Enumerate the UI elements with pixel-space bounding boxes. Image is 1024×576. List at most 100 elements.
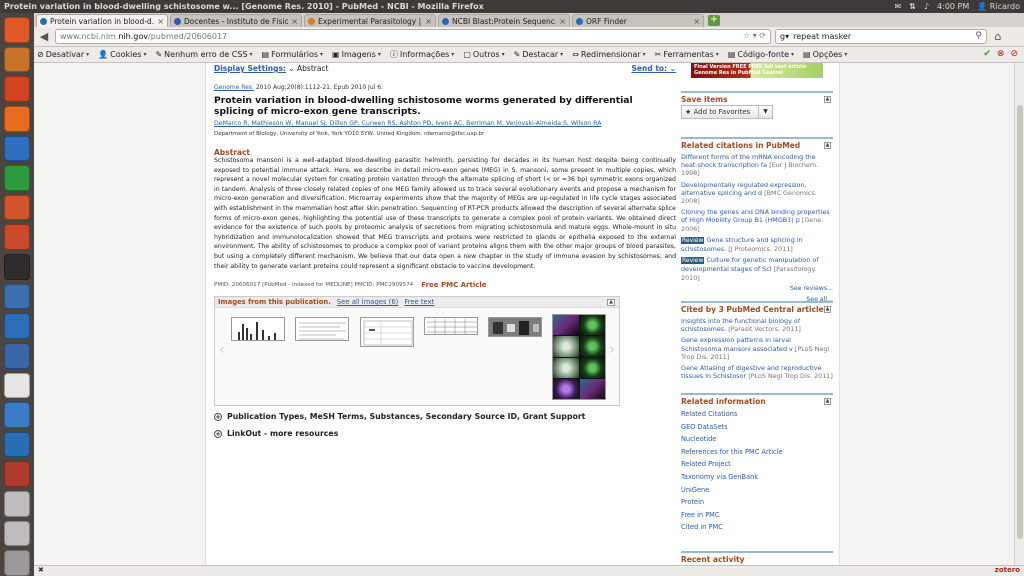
browser-tab[interactable]: NCBI Blast:Protein Sequenc... × [438, 14, 570, 27]
webdev-menu[interactable]: ✎ Nenhum erro de CSS ▾ [155, 50, 252, 59]
figure-thumbnail[interactable] [295, 317, 349, 341]
publication-types-toggle[interactable]: + Publication Types, MeSH Terms, Substan… [214, 412, 585, 421]
thunderbird-icon[interactable] [4, 313, 30, 339]
terminal-icon[interactable] [4, 254, 30, 280]
figure-thumbnail[interactable] [231, 317, 285, 341]
free-pmc-article-link[interactable]: Free PMC Article [421, 281, 486, 289]
search-input[interactable]: g▾ repeat masker ⚲ [775, 29, 987, 44]
volume-icon[interactable]: ♪ [924, 0, 929, 13]
search-engine-icon[interactable]: g▾ [780, 32, 789, 41]
add-to-favorites-button[interactable]: ★ Add to Favorites ▼ [681, 105, 773, 119]
figure-thumbnail[interactable] [424, 317, 478, 335]
scrollbar[interactable] [1014, 63, 1024, 565]
tab-close-icon[interactable]: × [559, 17, 566, 26]
ubuntu-icon[interactable] [4, 17, 30, 43]
xcode-icon[interactable] [4, 431, 30, 458]
browser-tab[interactable]: ORF Finder × [572, 14, 704, 27]
mail-icon[interactable]: ✉ [895, 0, 902, 13]
display-settings-link[interactable]: Display Settings: [214, 64, 286, 73]
flame-icon[interactable] [4, 76, 30, 102]
related-info-link[interactable]: UniGene [681, 484, 833, 497]
clock[interactable]: 4:00 PM [937, 0, 969, 13]
author-link[interactable]: DeMarco R [214, 120, 248, 127]
files-icon[interactable] [4, 46, 30, 73]
free-text-link[interactable]: Free text [404, 298, 434, 306]
settings-icon[interactable] [4, 224, 30, 250]
cube-icon[interactable] [4, 283, 30, 310]
author-link[interactable]: Berriman M [466, 120, 502, 127]
reload-icon[interactable]: ☆ ▾ ⟳ [743, 31, 766, 40]
webdev-menu[interactable]: ⇔ Redimensionar ▾ [572, 50, 645, 59]
tab-close-icon[interactable]: × [291, 17, 298, 26]
send-to-link[interactable]: Send to: ⌄ [632, 64, 676, 73]
check-icon[interactable]: ✔ [983, 49, 991, 59]
search-icon[interactable]: ⚲ [975, 31, 982, 41]
related-info-link[interactable]: Free in PMC [681, 509, 833, 522]
related-info-link[interactable]: References for this PMC Article [681, 446, 833, 459]
tab-close-icon[interactable]: × [693, 17, 700, 26]
collapse-icon[interactable]: ▲ [824, 96, 831, 103]
back-arrow-icon[interactable]: ◀ [37, 30, 51, 44]
author-link[interactable]: Wilson RA [571, 120, 602, 127]
author-link[interactable]: Manuel SJ [295, 120, 325, 127]
author-link[interactable]: Mathieson W [252, 120, 292, 127]
author-link[interactable]: Dillon GP [330, 120, 358, 127]
new-tab-button[interactable]: + [708, 15, 720, 26]
related-info-link[interactable]: Cited in PMC [681, 521, 833, 534]
network-icon[interactable]: ⇅ [909, 0, 916, 13]
chevron-right-icon[interactable]: › [609, 342, 615, 358]
linkout-toggle[interactable]: + LinkOut - more resources [214, 429, 338, 438]
url-bar[interactable]: www.ncbi.nlm. nih.gov/pubmed/20606017 ☆ ▾… [55, 29, 771, 44]
chromium-icon[interactable] [4, 402, 30, 428]
webdev-menu[interactable]: ▤ Opções ▾ [803, 50, 847, 59]
webdev-menu[interactable]: 👤 Cookies ▾ [98, 50, 146, 59]
related-info-link[interactable]: Related Project [681, 458, 833, 471]
writer-icon[interactable] [4, 135, 30, 162]
figure-thumbnail[interactable] [360, 317, 414, 347]
browser-tab[interactable]: Docentes - Instituto de Físic... × [170, 14, 302, 27]
author-link[interactable]: Verjovski-Almeida S [506, 120, 567, 127]
home-icon[interactable]: ⌂ [991, 30, 1005, 44]
scientist-icon[interactable] [4, 342, 30, 369]
webdev-menu[interactable]: ✎ Destacar ▾ [514, 50, 564, 59]
free-pmc-banner[interactable]: Final Version FREE FREE full text articl… [691, 63, 823, 78]
browser-tab[interactable]: Protein variation in blood-d... × [36, 14, 168, 27]
author-link[interactable]: Ivens AC [435, 120, 462, 127]
cited-by-link[interactable]: Gene expression patterns in larval Schis… [681, 336, 793, 352]
webdev-menu[interactable]: ⓘ Informações ▾ [390, 49, 454, 60]
error-icon[interactable]: ⊗ [997, 49, 1005, 59]
browser-tab[interactable]: Experimental Parasitology |... × [304, 14, 436, 27]
impress-icon[interactable] [4, 194, 30, 221]
close-icon[interactable]: ✖ [38, 566, 44, 574]
see-all-images-link[interactable]: See all images (6) [337, 298, 398, 306]
webdev-menu[interactable]: ▤ Código-fonte ▾ [728, 50, 794, 59]
chevron-left-icon[interactable]: ‹ [219, 342, 225, 358]
scrollbar-thumb[interactable] [1017, 105, 1023, 539]
collapse-icon[interactable]: ▲ [824, 306, 831, 313]
drive-icon[interactable] [4, 520, 30, 547]
trash-icon[interactable] [4, 550, 30, 576]
chevron-down-icon[interactable]: ▼ [758, 105, 772, 119]
webdev-menu[interactable]: ▤ Formulários ▾ [262, 50, 324, 59]
firefox-icon[interactable] [4, 105, 30, 132]
calc-icon[interactable] [4, 165, 30, 191]
figure-thumbnail[interactable] [488, 317, 542, 337]
collapse-icon[interactable]: ▲ [824, 398, 831, 405]
see-reviews-link[interactable]: See reviews... [681, 285, 833, 293]
collapse-icon[interactable]: ▲ [607, 299, 615, 306]
display-dropdown-icon[interactable]: ⌄ [288, 64, 294, 73]
viewer-icon[interactable] [4, 461, 30, 487]
webdev-menu[interactable]: ✂ Ferramentas ▾ [655, 50, 719, 59]
user-menu[interactable]: 👤 Ricardo [977, 0, 1020, 13]
collapse-icon[interactable]: ▲ [824, 142, 831, 149]
author-link[interactable]: Curwen RS [362, 120, 396, 127]
micrograph-thumbnail[interactable] [552, 314, 606, 400]
webdev-menu[interactable]: ▢ Outros ▾ [463, 50, 504, 59]
related-info-link[interactable]: Nucleotide [681, 433, 833, 446]
tab-close-icon[interactable]: × [425, 17, 432, 26]
tab-close-icon[interactable]: × [157, 17, 164, 26]
zotero-button[interactable]: zotero [995, 566, 1020, 574]
author-link[interactable]: Ashton PD [399, 120, 431, 127]
webdev-menu[interactable]: ▣ Imagens ▾ [332, 50, 381, 59]
editor-icon[interactable] [4, 372, 30, 399]
